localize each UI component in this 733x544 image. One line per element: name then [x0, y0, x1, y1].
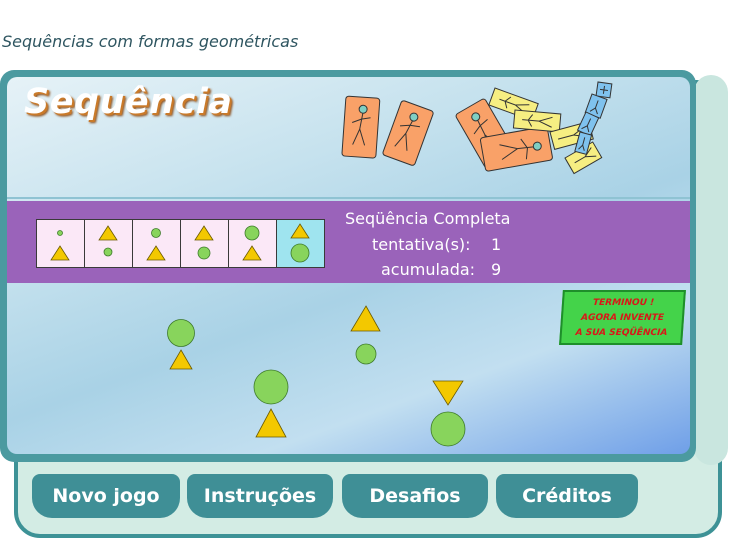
instructions-button[interactable]: Instruções	[187, 474, 333, 518]
challenges-button[interactable]: Desafios	[342, 474, 488, 518]
draggable-piece[interactable]	[253, 369, 289, 438]
draggable-piece[interactable]	[350, 305, 381, 365]
draggable-piece[interactable]	[430, 380, 466, 447]
finish-line-1: TERMINOU !	[592, 298, 655, 308]
finish-line-3: A SUA SEQÜÊNCIA	[575, 328, 668, 338]
credits-button[interactable]: Créditos	[496, 474, 638, 518]
finish-message-box: TERMINOU ! AGORA INVENTE A SUA SEQÜÊNCIA	[559, 290, 686, 345]
play-area-shapes	[167, 305, 466, 447]
draggable-piece[interactable]	[167, 319, 195, 370]
new-game-button[interactable]: Novo jogo	[32, 474, 180, 518]
finish-line-2: AGORA INVENTE	[580, 313, 665, 323]
